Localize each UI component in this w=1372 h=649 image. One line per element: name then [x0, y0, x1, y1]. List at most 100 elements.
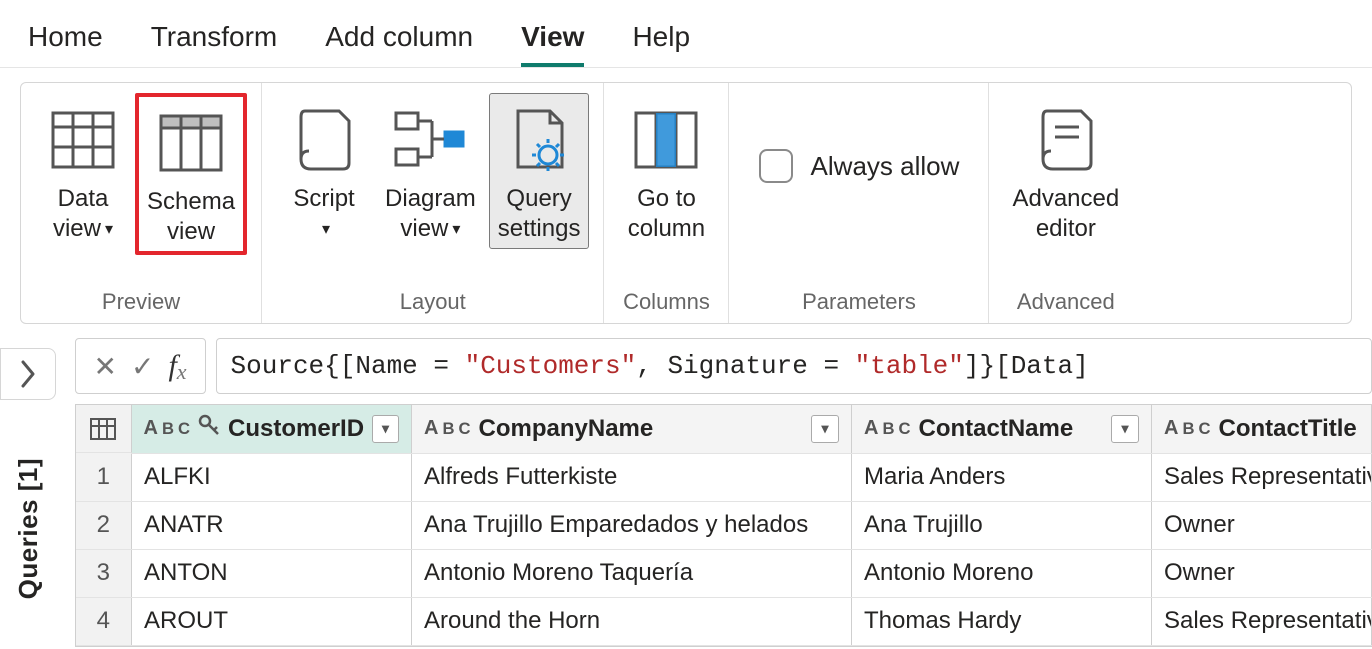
- main-tabs: Home Transform Add column View Help: [0, 0, 1372, 68]
- formula-text: "Customers": [465, 351, 637, 381]
- cell[interactable]: Ana Trujillo Emparedados y helados: [412, 501, 852, 549]
- column-name: ContactTitle: [1219, 415, 1359, 443]
- cell[interactable]: Maria Anders: [852, 453, 1152, 501]
- formula-text: , Signature =: [636, 351, 854, 381]
- column-filter-button[interactable]: ▾: [372, 415, 399, 443]
- always-allow-checkbox[interactable]: [759, 149, 793, 183]
- schema-view-label: Schemaview: [147, 188, 235, 245]
- cell[interactable]: Sales Representative: [1152, 453, 1372, 501]
- column-filter-button[interactable]: ▾: [1111, 415, 1139, 443]
- cell[interactable]: ANTON: [132, 549, 412, 597]
- row-number: 4: [76, 597, 132, 645]
- tab-help[interactable]: Help: [632, 21, 690, 67]
- row-number: 1: [76, 453, 132, 501]
- ribbon-group-preview: Dataview▾ Schemaview Preview: [21, 83, 262, 323]
- tab-add-column[interactable]: Add column: [325, 21, 473, 67]
- queries-sidebar-label: Queries [1]: [13, 458, 44, 599]
- formula-text: "table": [855, 351, 964, 381]
- cell[interactable]: Owner: [1152, 501, 1372, 549]
- column-header-contacttitle[interactable]: ABC ContactTitle: [1152, 405, 1372, 453]
- table-row[interactable]: 4 AROUT Around the Horn Thomas Hardy Sal…: [76, 597, 1372, 645]
- column-header-customerid[interactable]: ABC CustomerID ▾: [132, 405, 412, 453]
- fx-icon[interactable]: fx: [168, 349, 186, 383]
- cell[interactable]: Alfreds Futterkiste: [412, 453, 852, 501]
- formula-input[interactable]: Source{[Name = "Customers", Signature = …: [216, 338, 1372, 394]
- table-row[interactable]: 1 ALFKI Alfreds Futterkiste Maria Anders…: [76, 453, 1372, 501]
- column-header-contactname[interactable]: ABC ContactName ▾: [852, 405, 1152, 453]
- chevron-down-icon: ▾: [322, 221, 330, 238]
- ribbon-group-layout: Script▾ Diagramview▾ Querysettings Layou…: [262, 83, 604, 323]
- cell[interactable]: Antonio Moreno Taquería: [412, 549, 852, 597]
- cell[interactable]: AROUT: [132, 597, 412, 645]
- data-grid: ABC CustomerID ▾ ABC Compan: [75, 404, 1372, 647]
- cell[interactable]: ANATR: [132, 501, 412, 549]
- ribbon-group-parameters: Always allow Parameters: [729, 83, 989, 323]
- cell[interactable]: Thomas Hardy: [852, 597, 1152, 645]
- query-settings-icon: [510, 100, 568, 180]
- data-view-label: Dataview: [53, 185, 108, 242]
- diagram-icon: [394, 100, 466, 180]
- cell[interactable]: Around the Horn: [412, 597, 852, 645]
- go-to-column-button[interactable]: Go tocolumn: [618, 93, 714, 249]
- query-settings-button[interactable]: Querysettings: [489, 93, 590, 249]
- ribbon-group-columns: Go tocolumn Columns: [604, 83, 729, 323]
- text-type-icon: ABC: [144, 417, 191, 440]
- column-filter-button[interactable]: ▾: [811, 415, 839, 443]
- column-name: ContactName: [919, 415, 1103, 443]
- cell[interactable]: Owner: [1152, 549, 1372, 597]
- formula-text: Source{[Name =: [231, 351, 465, 381]
- diagram-view-button[interactable]: Diagramview▾: [376, 93, 485, 249]
- commit-formula-icon[interactable]: ✓: [131, 350, 154, 383]
- column-name: CompanyName: [479, 415, 803, 443]
- formula-bar: ✕ ✓ fx Source{[Name = "Customers", Signa…: [57, 338, 1372, 394]
- tab-transform[interactable]: Transform: [151, 21, 278, 67]
- text-type-icon: ABC: [1164, 417, 1211, 440]
- key-icon: [198, 414, 220, 443]
- cancel-formula-icon[interactable]: ✕: [94, 350, 117, 383]
- tab-view[interactable]: View: [521, 21, 584, 67]
- advanced-editor-icon: [1037, 100, 1095, 180]
- group-caption-layout: Layout: [400, 289, 466, 315]
- table-corner[interactable]: [76, 405, 132, 453]
- ribbon: Dataview▾ Schemaview Preview Script▾: [20, 82, 1352, 324]
- group-caption-advanced: Advanced: [1017, 289, 1115, 315]
- script-button[interactable]: Script ▾: [276, 93, 372, 249]
- table-icon: [51, 100, 115, 180]
- advanced-editor-button[interactable]: Advancededitor: [1003, 93, 1128, 249]
- chevron-right-icon: [19, 360, 37, 388]
- group-caption-columns: Columns: [623, 289, 710, 315]
- column-header-companyname[interactable]: ABC CompanyName ▾: [412, 405, 852, 453]
- advanced-editor-label: Advancededitor: [1012, 185, 1119, 242]
- data-view-button[interactable]: Dataview▾: [35, 93, 131, 249]
- cell[interactable]: Ana Trujillo: [852, 501, 1152, 549]
- group-caption-parameters: Parameters: [802, 289, 916, 315]
- cell[interactable]: Antonio Moreno: [852, 549, 1152, 597]
- query-settings-label: Querysettings: [498, 185, 581, 242]
- table-row[interactable]: 3 ANTON Antonio Moreno Taquería Antonio …: [76, 549, 1372, 597]
- row-number: 3: [76, 549, 132, 597]
- workspace: Queries [1] ✕ ✓ fx Source{[Name = "Custo…: [0, 338, 1372, 647]
- formula-text: ]}[Data]: [964, 351, 1089, 381]
- cell[interactable]: ALFKI: [132, 453, 412, 501]
- go-to-column-icon: [634, 100, 698, 180]
- text-type-icon: ABC: [864, 417, 911, 440]
- chevron-down-icon: ▾: [452, 221, 460, 238]
- table-icon: [90, 418, 116, 440]
- schema-view-button[interactable]: Schemaview: [135, 93, 247, 255]
- ribbon-group-advanced: Advancededitor Advanced: [989, 83, 1142, 323]
- go-to-column-label: Go tocolumn: [628, 185, 705, 242]
- table-row[interactable]: 2 ANATR Ana Trujillo Emparedados y helad…: [76, 501, 1372, 549]
- sidebar-expand-button[interactable]: [0, 348, 56, 400]
- row-number: 2: [76, 501, 132, 549]
- group-caption-preview: Preview: [102, 289, 180, 315]
- cell[interactable]: Sales Representative: [1152, 597, 1372, 645]
- diagram-view-label: Diagramview: [385, 185, 476, 242]
- text-type-icon: ABC: [424, 417, 471, 440]
- tab-home[interactable]: Home: [28, 21, 103, 67]
- script-icon: [295, 100, 353, 180]
- chevron-down-icon: ▾: [105, 221, 113, 238]
- queries-sidebar: Queries [1]: [0, 338, 57, 647]
- script-label: Script: [293, 185, 354, 212]
- always-allow-label: Always allow: [811, 151, 960, 182]
- schema-icon: [159, 103, 223, 183]
